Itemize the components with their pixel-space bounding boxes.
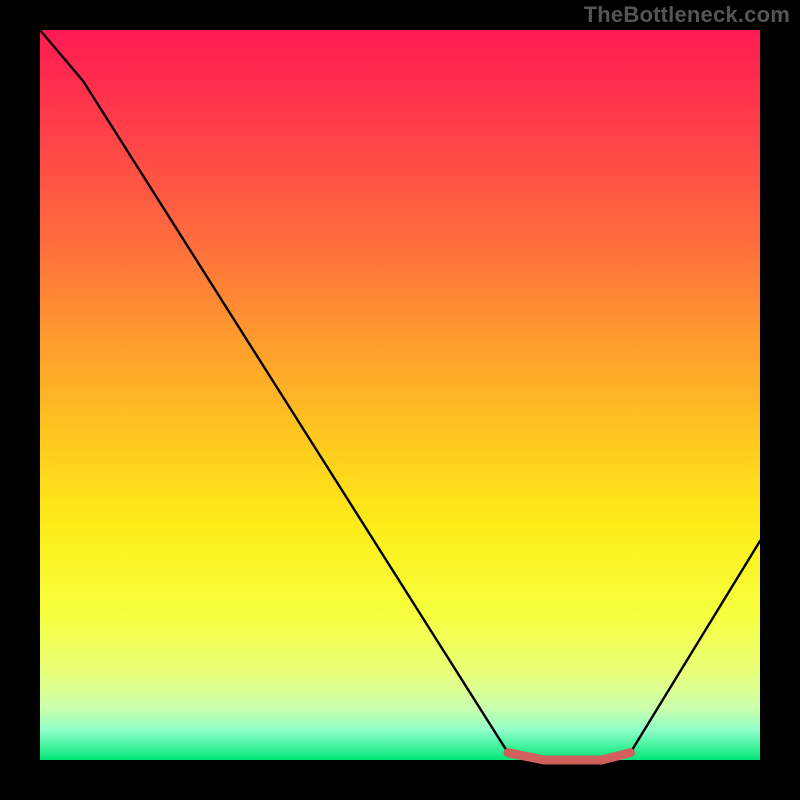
chart-frame: TheBottleneck.com (0, 0, 800, 800)
curve-layer (40, 30, 760, 760)
watermark-text: TheBottleneck.com (584, 2, 790, 28)
bottleneck-curve (40, 30, 760, 760)
flat-minimum-highlight (508, 753, 630, 760)
gradient-plot-area (40, 30, 760, 760)
